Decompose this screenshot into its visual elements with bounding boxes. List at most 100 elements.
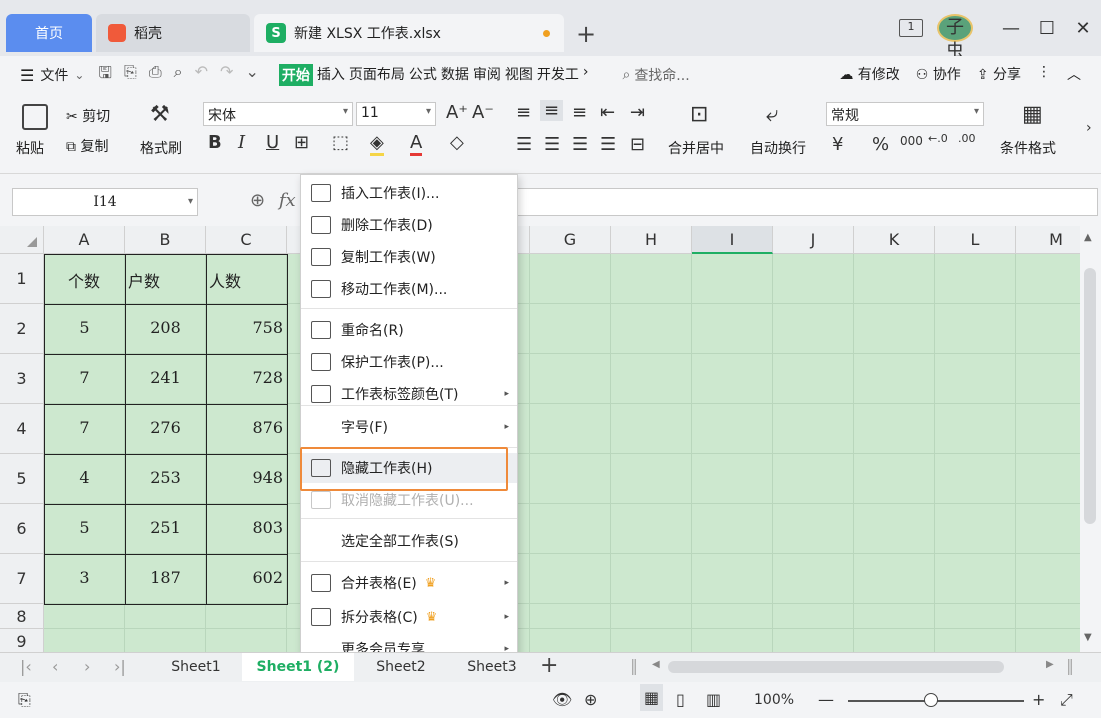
indent-decrease-icon[interactable]: ⇤ <box>600 102 615 123</box>
column-header-i[interactable]: I <box>692 226 773 254</box>
align-left-icon[interactable]: ☰ <box>516 134 532 155</box>
conditional-format-button[interactable]: 条件格式 <box>1000 138 1056 158</box>
vertical-scrollbar[interactable]: ▲ ▼ <box>1080 226 1101 652</box>
file-menu-button[interactable]: ☰ 文件 ⌄ <box>20 65 84 85</box>
add-sheet-icon[interactable]: + <box>540 653 558 678</box>
page-break-view-icon[interactable]: ▥ <box>706 690 721 709</box>
column-header-j[interactable]: J <box>773 226 854 254</box>
tab-daoke[interactable]: 稻壳 <box>96 14 250 52</box>
thousands-icon[interactable]: 000 <box>900 134 923 148</box>
row-header-4[interactable]: 4 <box>0 404 44 454</box>
print-preview-icon[interactable]: ⌕ <box>174 62 183 89</box>
close-icon[interactable]: ✕ <box>1065 18 1101 39</box>
ribbon-more-icon[interactable]: › <box>1086 120 1092 136</box>
sheet-tab-1[interactable]: Sheet1 <box>152 653 240 681</box>
sheet-tab-2[interactable]: Sheet2 <box>356 653 446 681</box>
scroll-down-icon[interactable]: ▼ <box>1084 632 1092 643</box>
maximize-icon[interactable]: ☐ <box>1029 18 1065 39</box>
align-center-icon[interactable]: ☰ <box>544 134 560 155</box>
italic-icon[interactable]: I <box>238 132 245 153</box>
increase-decimal-icon[interactable]: ←.0 <box>928 132 948 145</box>
splitter-icon[interactable]: ‖ <box>1066 656 1074 675</box>
distribute-icon[interactable]: ⊟ <box>630 134 645 155</box>
column-header-c[interactable]: C <box>206 226 287 254</box>
align-right-icon[interactable]: ☰ <box>572 134 588 155</box>
borders-icon[interactable]: ⊞ <box>294 132 309 153</box>
clear-format-icon[interactable]: ◇ <box>450 132 464 153</box>
column-header-h[interactable]: H <box>611 226 692 254</box>
first-sheet-icon[interactable]: |‹ <box>20 657 32 676</box>
align-middle-icon[interactable]: ≡ <box>540 100 564 121</box>
row-header-6[interactable]: 6 <box>0 504 44 554</box>
cut-button[interactable]: ✂ 剪切 <box>66 106 110 126</box>
collaborate-button[interactable]: ⚇ 协作 <box>916 64 961 84</box>
row-header-1[interactable]: 1 <box>0 254 44 304</box>
context-menu-item[interactable]: 拆分表格(C) ♛ ▸ <box>301 602 517 632</box>
zoom-level[interactable]: 100% <box>754 692 794 708</box>
page-layout-view-icon[interactable]: ▯ <box>676 690 685 709</box>
paste-button[interactable]: 粘贴 <box>16 138 44 158</box>
copy-button[interactable]: ⧉ 复制 <box>66 136 108 156</box>
crosshair-icon[interactable]: ⊕ <box>584 690 597 709</box>
ribbon-tab-developer[interactable]: 开发工 <box>537 64 579 86</box>
font-shrink-icon[interactable]: A⁻ <box>472 102 494 123</box>
currency-icon[interactable]: ¥ <box>832 134 843 155</box>
fullscreen-icon[interactable]: ⤢ <box>1060 690 1073 710</box>
context-menu-item[interactable]: 合并表格(E) ♛ ▸ <box>301 568 517 598</box>
zoom-in-icon[interactable]: + <box>1032 690 1045 709</box>
ribbon-tab-layout[interactable]: 页面布局 <box>349 64 405 86</box>
context-menu-item[interactable]: 插入工作表(I)... <box>301 178 517 208</box>
context-menu-item[interactable]: 删除工作表(D) <box>301 210 517 240</box>
context-menu-item[interactable]: 重命名(R) <box>301 315 517 345</box>
font-name-select[interactable]: 宋体 <box>203 102 353 126</box>
name-box[interactable]: I14 <box>12 188 198 216</box>
ribbon-tab-review[interactable]: 审阅 <box>473 64 501 86</box>
align-bottom-icon[interactable]: ≡ <box>572 102 587 123</box>
export-icon[interactable]: ⎘ <box>124 62 137 89</box>
collapse-ribbon-icon[interactable]: ︿ <box>1067 64 1081 84</box>
font-grow-icon[interactable]: A⁺ <box>446 102 468 123</box>
ribbon-tab-formula[interactable]: 公式 <box>409 64 437 86</box>
font-color-icon[interactable]: A <box>410 132 423 156</box>
column-header-l[interactable]: L <box>935 226 1016 254</box>
percent-icon[interactable]: % <box>872 134 889 155</box>
last-sheet-icon[interactable]: ›| <box>114 657 126 676</box>
select-all-corner[interactable] <box>0 226 44 254</box>
command-search[interactable]: ⌕ 查找命... <box>622 65 689 85</box>
ribbon-tab-insert[interactable]: 插入 <box>317 64 345 86</box>
column-header-b[interactable]: B <box>125 226 206 254</box>
zoom-out-icon[interactable]: — <box>818 690 834 709</box>
tab-document[interactable]: S 新建 XLSX 工作表.xlsx <box>254 14 564 52</box>
more-icon[interactable]: ⋮ <box>1037 64 1051 84</box>
spreadsheet-grid[interactable]: ABCDEFGHIJKLM123456789个数户数人数520875872417… <box>0 226 1080 652</box>
context-menu-item[interactable]: 移动工作表(M)... <box>301 274 517 304</box>
row-header-5[interactable]: 5 <box>0 454 44 504</box>
normal-view-icon[interactable]: ▦ <box>640 684 664 711</box>
row-header-3[interactable]: 3 <box>0 354 44 404</box>
context-menu-item[interactable]: 保护工作表(P)... <box>301 347 517 377</box>
horizontal-scroll-thumb[interactable] <box>668 661 1004 673</box>
vertical-scroll-thumb[interactable] <box>1084 268 1096 524</box>
ribbon-scroll-right-icon[interactable]: › <box>583 64 589 86</box>
tab-splitter-icon[interactable]: ‖ <box>630 656 638 675</box>
redo-icon[interactable]: ↷ <box>220 62 233 89</box>
sheet-tab-3[interactable]: Sheet3 <box>448 653 536 681</box>
scroll-right-icon[interactable]: ▶ <box>1046 659 1054 670</box>
next-sheet-icon[interactable]: › <box>84 657 90 676</box>
zoom-formula-icon[interactable]: ⊕ <box>250 190 265 211</box>
number-format-select[interactable]: 常规 <box>826 102 984 126</box>
column-header-k[interactable]: K <box>854 226 935 254</box>
fill-color-icon[interactable]: ◈ <box>370 132 384 156</box>
fx-icon[interactable]: fx <box>279 190 296 211</box>
undo-icon[interactable]: ↶ <box>195 62 208 89</box>
zoom-slider-handle[interactable] <box>924 693 938 707</box>
context-menu-item[interactable]: 选定全部工作表(S) <box>301 526 517 556</box>
window-list-icon[interactable]: 1 <box>899 19 923 37</box>
cell-style-icon[interactable]: ⬚ <box>332 132 349 153</box>
new-tab-button[interactable]: + <box>576 20 596 48</box>
wrap-text-button[interactable]: 自动换行 <box>750 138 806 158</box>
context-menu-item[interactable]: 字号(F) ▸ <box>301 412 517 442</box>
font-size-select[interactable]: 11 <box>356 102 436 126</box>
save-icon[interactable]: 🖫 <box>98 62 112 89</box>
row-header-9[interactable]: 9 <box>0 629 44 652</box>
